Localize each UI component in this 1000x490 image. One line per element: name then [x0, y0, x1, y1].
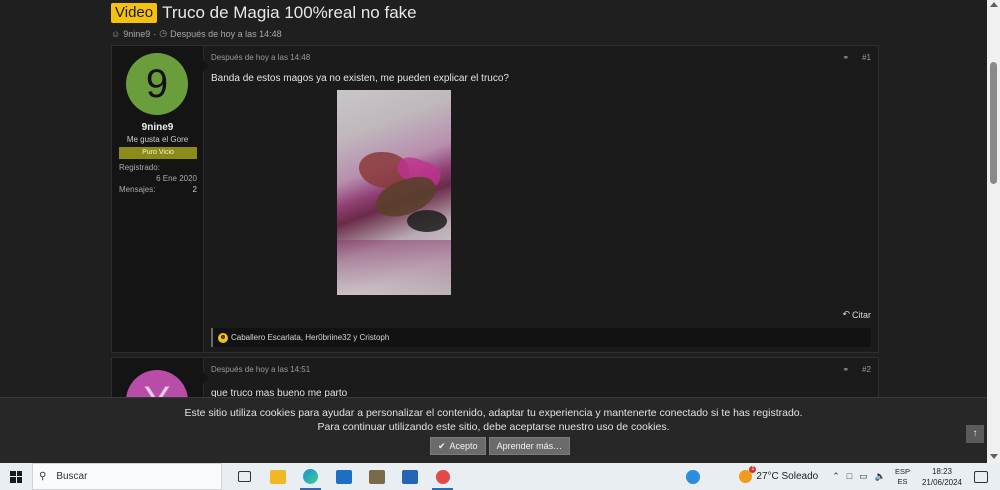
share-icon[interactable]: ⚭ [842, 53, 849, 62]
clock-time: 18:23 [931, 466, 952, 476]
laugh-emoji-icon: ☻ [218, 332, 228, 343]
clock[interactable]: 18:23 21/06/2024 [922, 466, 962, 488]
task-view-icon[interactable] [228, 463, 261, 490]
share-icon[interactable]: ⚭ [842, 365, 849, 374]
microsoft-store-icon[interactable] [393, 463, 426, 490]
weather-text: 27°C Soleado [756, 471, 819, 482]
cookie-notice: Este sitio utiliza cookies para ayudar a… [0, 397, 987, 463]
post-number-link[interactable]: #2 [862, 365, 871, 374]
registered-value: 6 Ene 2020 [156, 174, 197, 183]
avatar[interactable]: 9 [126, 53, 188, 115]
post-video-thumbnail[interactable] [337, 90, 451, 295]
thumbnail-shape [337, 240, 451, 295]
thread-date[interactable]: Después de hoy a las 14:48 [170, 29, 282, 39]
registered-label: Registrado: [119, 163, 160, 172]
quote-button[interactable]: ↶ Citar [842, 309, 871, 320]
user-title: Me gusta el Gore [126, 135, 189, 144]
messages-value: 2 [192, 185, 197, 194]
thread-title: Truco de Magia 100%real no fake [162, 3, 417, 22]
quote-label: Citar [851, 309, 871, 320]
cookie-text: Este sitio utiliza cookies para ayudar a… [0, 406, 987, 434]
sun-icon [739, 466, 757, 483]
app-icon[interactable] [426, 463, 459, 490]
scroll-down-arrow[interactable] [990, 454, 998, 459]
search-icon: ⚲ [39, 471, 47, 482]
post-date-link[interactable]: Después de hoy a las 14:51 [211, 365, 871, 374]
thread-author-link[interactable]: 9nine9 [123, 29, 150, 39]
windows-logo-icon [10, 470, 22, 483]
scroll-thumb[interactable] [990, 62, 997, 184]
reactions-bar[interactable]: ☻ Caballero Escarlata, Her0briine32 y Cr… [211, 328, 871, 347]
thread-prefix-label[interactable]: Video [111, 3, 158, 23]
mail-icon[interactable] [327, 463, 360, 490]
post-number-link[interactable]: #1 [862, 53, 871, 62]
speaker-icon[interactable]: 🔈 [875, 471, 886, 482]
messages-label: Mensajes: [119, 185, 156, 194]
check-icon: ✔ [438, 440, 446, 451]
messages-stat: Mensajes: 2 [119, 185, 197, 194]
search-placeholder: Buscar [56, 471, 88, 482]
taskbar-apps [228, 463, 459, 490]
system-tray: 27°C Soleado ⌃ □ ▭ 🔈 ESP ES 18:23 21/06/… [676, 463, 1000, 490]
start-button[interactable] [0, 463, 32, 490]
accept-cookies-button[interactable]: ✔ Acepto [430, 437, 486, 455]
post-tools: ⚭ #1 [842, 53, 871, 62]
thumbnail-shape [407, 210, 447, 232]
tray-icons: ⌃ □ ▭ 🔈 [832, 471, 886, 482]
cookie-buttons: ✔ Acepto Aprender más… [430, 437, 571, 455]
learn-more-button[interactable]: Aprender más… [488, 437, 571, 455]
language-indicator[interactable]: ESP ES [895, 467, 910, 487]
clock-icon: ◷ [159, 28, 168, 38]
user-banner: Puro Vicio [119, 147, 197, 159]
battery-icon[interactable]: ▭ [859, 471, 868, 482]
thread-header: Video Truco de Magia 100%real no fake ☺ … [111, 3, 417, 39]
cookie-line-1: Este sitio utiliza cookies para ayudar a… [184, 407, 803, 419]
store-app-icon[interactable] [360, 463, 393, 490]
accept-label: Acepto [449, 441, 478, 451]
user-icon: ☺ [111, 28, 121, 39]
post-tools: ⚭ #2 [842, 365, 871, 374]
back-to-top-button[interactable]: ↑ [966, 425, 984, 443]
post-user-panel: 9 9nine9 Me gusta el Gore Puro Vicio Reg… [112, 46, 209, 352]
post-date-link[interactable]: Después de hoy a las 14:48 [211, 53, 871, 62]
windows-taskbar: ⚲ Buscar 27°C Soleado ⌃ □ ▭ 🔈 ESP ES 18:… [0, 463, 1000, 490]
reply-icon: ↶ [842, 309, 850, 319]
network-icon[interactable]: □ [847, 471, 852, 482]
chevron-up-icon[interactable]: ⌃ [832, 471, 840, 482]
username-link[interactable]: 9nine9 [112, 122, 203, 133]
post-text: Banda de estos magos ya no existen, me p… [211, 73, 509, 84]
file-explorer-icon[interactable] [261, 463, 294, 490]
thread-meta: ☺ 9nine9 · ◷ Después de hoy a las 14:48 [111, 28, 282, 39]
taskbar-search[interactable]: ⚲ Buscar [32, 463, 222, 490]
help-icon[interactable] [676, 463, 709, 490]
edge-browser-icon[interactable] [294, 463, 327, 490]
post-content: Después de hoy a las 14:48 ⚭ #1 Banda de… [204, 46, 878, 352]
weather-widget[interactable]: 27°C Soleado [739, 466, 819, 483]
scroll-up-arrow[interactable] [990, 2, 998, 7]
clock-date: 21/06/2024 [921, 477, 962, 487]
notifications-icon[interactable] [974, 470, 988, 483]
reactions-users[interactable]: Caballero Escarlata, Her0briine32 y Cris… [231, 333, 389, 342]
cookie-line-2: Para continuar utilizando este sitio, de… [317, 421, 670, 433]
post-1: 9 9nine9 Me gusta el Gore Puro Vicio Reg… [111, 45, 879, 353]
page-scrollbar[interactable] [987, 0, 1000, 463]
